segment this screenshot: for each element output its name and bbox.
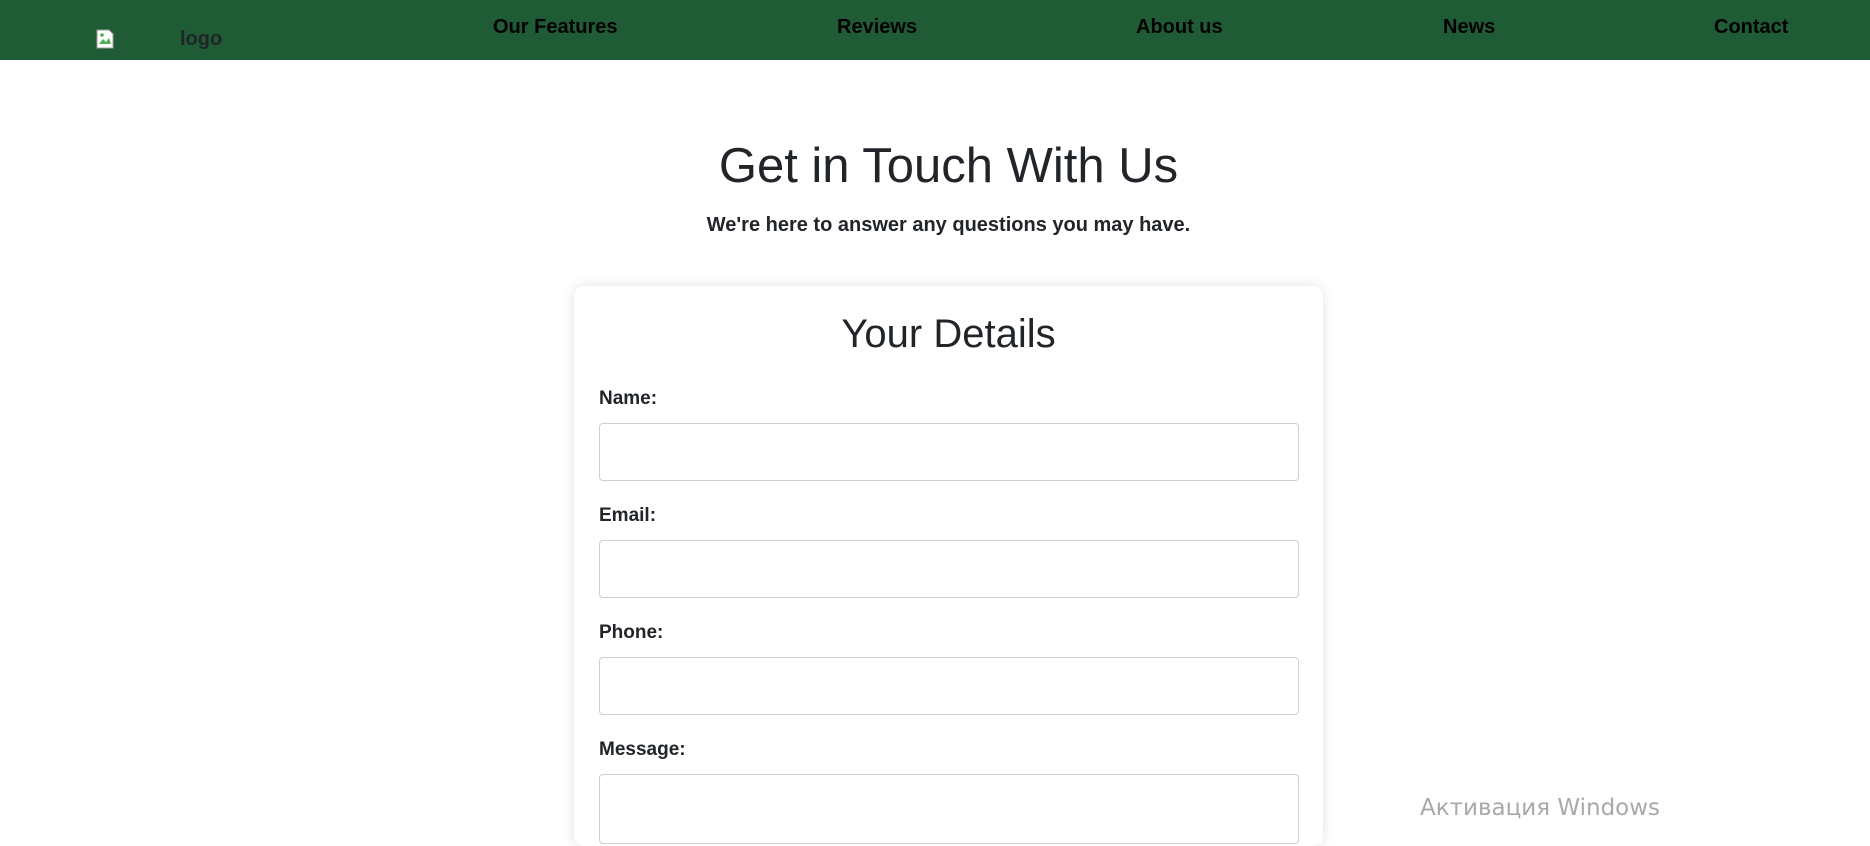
top-navbar: logo Our Features Reviews About us News … [0,0,1870,60]
phone-label: Phone: [599,622,664,643]
nav-link-news[interactable]: News [1443,16,1495,39]
logo[interactable]: logo [96,24,222,54]
name-input[interactable] [599,423,1299,481]
logo-alt-text: logo [180,27,223,50]
form-title: Your Details [841,312,1056,356]
nav-link-contact[interactable]: Contact [1714,16,1788,39]
contact-form-card: Your Details Name: Email: Phone: Message… [574,286,1323,846]
message-label: Message: [599,739,686,760]
nav-link-reviews[interactable]: Reviews [837,16,917,39]
nav-link-our-features[interactable]: Our Features [493,16,617,39]
page-title: Get in Touch With Us [718,139,1179,193]
email-input[interactable] [599,540,1299,598]
page-subtitle: We're here to answer any questions you m… [706,214,1191,236]
message-textarea[interactable] [599,774,1299,844]
email-label: Email: [599,505,657,526]
name-label: Name: [599,388,658,409]
windows-activation-watermark: Активация Windows [1420,795,1661,821]
phone-input[interactable] [599,657,1299,715]
broken-image-icon [96,29,114,49]
nav-link-about-us[interactable]: About us [1136,16,1223,39]
